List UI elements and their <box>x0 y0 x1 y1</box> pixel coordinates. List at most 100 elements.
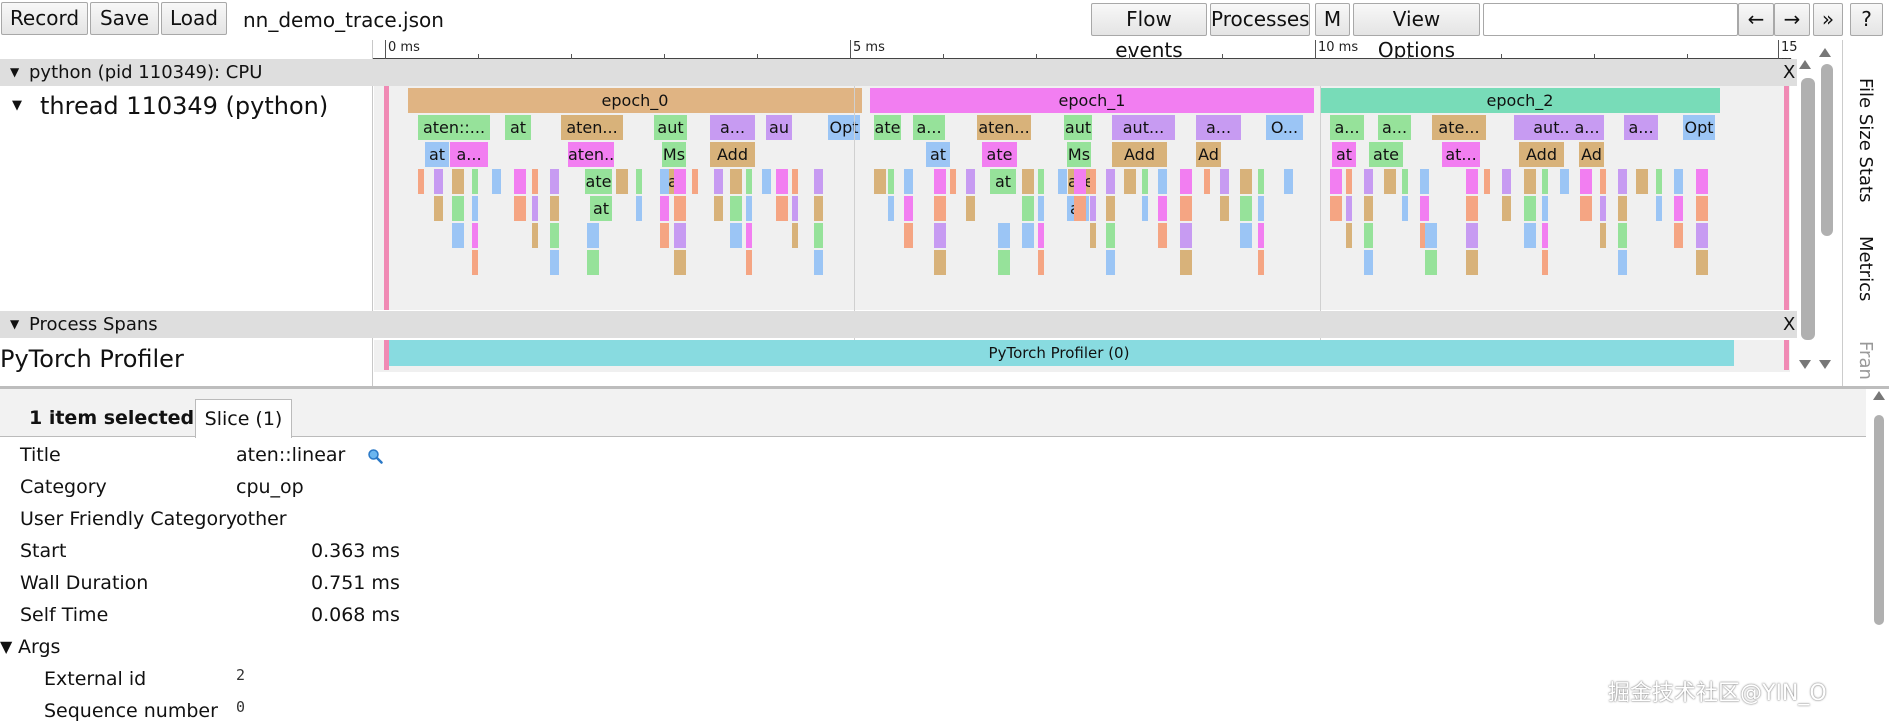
details-scrollbar[interactable] <box>1869 389 1889 728</box>
flame-slice[interactable] <box>1560 169 1569 194</box>
flame-slice[interactable] <box>1466 169 1478 194</box>
flame-slice[interactable]: a... <box>1330 115 1364 140</box>
flame-slice[interactable] <box>1656 196 1662 221</box>
flame-slice[interactable]: at <box>926 142 950 167</box>
flame-slice[interactable] <box>1542 169 1548 194</box>
flame-slice[interactable] <box>587 223 599 248</box>
flame-slice[interactable] <box>762 169 771 194</box>
epoch-slice[interactable]: epoch_0 <box>408 88 862 113</box>
flame-slice[interactable] <box>616 169 628 194</box>
process-spans-header[interactable]: ▼ Process Spans X <box>0 311 1797 338</box>
frame-tab[interactable]: Fran <box>1855 341 1876 380</box>
flame-slice[interactable] <box>550 223 559 248</box>
flame-slice[interactable]: at <box>1332 142 1356 167</box>
flame-slice[interactable] <box>746 223 752 248</box>
flame-slice[interactable]: Ad <box>1579 142 1604 167</box>
flame-slice[interactable] <box>472 196 478 221</box>
flame-slice[interactable] <box>730 223 742 248</box>
flame-slice[interactable] <box>1058 169 1067 194</box>
flame-slice[interactable] <box>1524 169 1536 194</box>
flame-slice[interactable] <box>1466 250 1478 275</box>
flame-slice[interactable] <box>1158 196 1167 221</box>
flame-slice[interactable] <box>1106 223 1115 248</box>
flame-slice[interactable] <box>1674 223 1683 248</box>
flame-slice[interactable] <box>814 223 823 248</box>
flame-slice[interactable] <box>1696 196 1708 221</box>
flame-slice[interactable] <box>550 169 559 194</box>
flame-slice[interactable] <box>514 196 526 221</box>
flame-slice[interactable] <box>1180 196 1192 221</box>
flame-slice[interactable] <box>1330 196 1342 221</box>
flame-slice[interactable] <box>1090 169 1096 194</box>
metrics-tab[interactable]: Metrics <box>1855 236 1876 301</box>
file-size-stats-tab[interactable]: File Size Stats <box>1855 78 1876 202</box>
record-button[interactable]: Record <box>1 2 88 35</box>
flame-slice[interactable] <box>1346 169 1352 194</box>
flame-slice[interactable] <box>1674 169 1683 194</box>
flame-slice[interactable] <box>1346 223 1352 248</box>
scrollbar-thumb[interactable] <box>1874 415 1884 625</box>
flame-slice[interactable] <box>1600 169 1606 194</box>
flame-slice[interactable] <box>1142 169 1148 194</box>
save-button[interactable]: Save <box>90 2 159 35</box>
flame-slice[interactable]: aut <box>654 115 687 140</box>
flame-slice[interactable] <box>966 196 975 221</box>
flame-slice[interactable] <box>1524 196 1536 221</box>
flame-slice[interactable] <box>1284 169 1293 194</box>
metadata-button[interactable]: M <box>1315 3 1350 36</box>
scrollbar-thumb[interactable] <box>1801 78 1815 340</box>
scroll-up-icon[interactable] <box>1873 391 1885 400</box>
spans-track[interactable]: PyTorch Profiler (0) <box>374 340 1790 372</box>
flame-slice[interactable] <box>934 196 946 221</box>
flame-slice[interactable] <box>1425 223 1437 248</box>
flame-slice[interactable] <box>874 169 886 194</box>
flame-slice[interactable]: a... <box>1378 115 1411 140</box>
flame-slice[interactable] <box>1180 169 1192 194</box>
flame-slice[interactable]: ate <box>585 169 612 194</box>
flame-slice[interactable]: aut <box>1064 115 1092 140</box>
flame-slice[interactable] <box>714 169 723 194</box>
flame-slice[interactable]: a... <box>913 115 945 140</box>
flame-slice[interactable] <box>1022 196 1034 221</box>
flame-slice[interactable]: at <box>590 196 612 221</box>
flame-slice[interactable] <box>1364 223 1373 248</box>
flame-slice[interactable] <box>550 250 559 275</box>
flame-slice[interactable]: O... <box>1266 115 1303 140</box>
flame-slice[interactable] <box>472 250 478 275</box>
flow-events-button[interactable]: Flow events <box>1091 3 1207 62</box>
flame-slice[interactable] <box>1364 196 1373 221</box>
flame-slice[interactable] <box>1542 250 1548 275</box>
flame-slice[interactable] <box>1346 196 1352 221</box>
flame-slice[interactable]: a... <box>1624 115 1658 140</box>
flame-slice[interactable] <box>1656 169 1662 194</box>
flame-slice[interactable] <box>814 250 823 275</box>
flame-slice[interactable]: Opt <box>1683 115 1715 140</box>
flame-slice[interactable] <box>587 250 599 275</box>
flame-slice[interactable] <box>452 169 464 194</box>
scroll-up-icon[interactable] <box>1799 60 1811 69</box>
flame-slice[interactable] <box>730 169 742 194</box>
flame-slice[interactable] <box>888 169 894 194</box>
flame-slice[interactable]: Add <box>710 142 755 167</box>
flame-slice[interactable]: at <box>505 115 531 140</box>
flame-slice[interactable] <box>492 169 501 194</box>
flame-slice[interactable] <box>1180 223 1192 248</box>
flame-slice[interactable] <box>532 169 538 194</box>
flame-slice[interactable] <box>1220 169 1229 194</box>
more-button[interactable]: » <box>1813 3 1843 36</box>
flame-slice[interactable] <box>1220 196 1229 221</box>
flame-slice[interactable] <box>1258 169 1264 194</box>
flame-slice[interactable] <box>1636 169 1648 194</box>
flame-slice[interactable] <box>452 196 464 221</box>
flame-slice[interactable] <box>1600 223 1606 248</box>
flame-slice[interactable] <box>1258 196 1264 221</box>
flame-slice[interactable] <box>1258 223 1264 248</box>
flame-slice[interactable]: a... <box>450 142 488 167</box>
flame-slice[interactable] <box>730 196 742 221</box>
flame-slice[interactable] <box>1402 196 1408 221</box>
flame-slice[interactable]: ate <box>982 142 1017 167</box>
flame-slice[interactable]: aut... <box>1112 115 1175 140</box>
flame-slice[interactable] <box>1580 169 1592 194</box>
scrollbar-thumb[interactable] <box>1821 64 1833 236</box>
flame-slice[interactable] <box>636 196 642 221</box>
